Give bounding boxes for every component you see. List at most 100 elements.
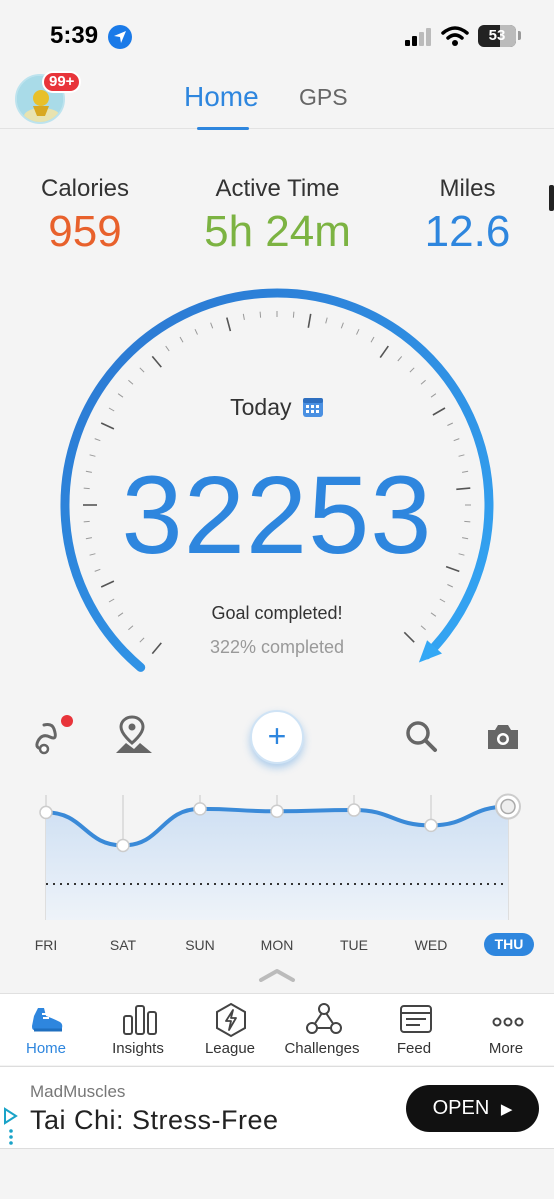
gauge-tick xyxy=(325,317,328,324)
gauge-tick xyxy=(356,328,360,335)
nav-label: Insights xyxy=(112,1040,164,1057)
gauge-tick xyxy=(210,322,214,329)
gauge-tick xyxy=(409,367,415,373)
bottom-nav: Home Insights League Challenges Feed Mor… xyxy=(0,993,554,1065)
gauge-tick xyxy=(420,625,426,631)
nav-home[interactable]: Home xyxy=(0,994,92,1066)
play-triangle-icon: ▶ xyxy=(500,1101,513,1118)
day-label[interactable]: MON xyxy=(247,937,307,953)
route-icon[interactable] xyxy=(30,713,78,755)
period-label: Today xyxy=(230,394,292,420)
day-point xyxy=(347,803,361,817)
stat-calories[interactable]: Calories 959 xyxy=(20,175,150,257)
map-pin-icon[interactable] xyxy=(112,713,156,755)
gauge-tick xyxy=(100,580,115,588)
location-arrow-icon xyxy=(108,25,132,49)
nav-label: Feed xyxy=(396,1040,432,1057)
nav-challenges[interactable]: Challenges xyxy=(276,994,368,1066)
ad-open-label: OPEN xyxy=(432,1097,490,1119)
add-activity-button[interactable]: + xyxy=(250,710,304,764)
gauge-tick xyxy=(194,328,198,335)
gauge-tick xyxy=(94,438,101,442)
goal-percent: 322% completed xyxy=(209,637,345,657)
top-nav: 99+ Home GPS xyxy=(0,65,554,130)
stat-value: 5h 24m xyxy=(204,207,351,256)
status-bar: 5:39 53 xyxy=(0,0,554,70)
camera-icon[interactable] xyxy=(485,722,521,752)
search-icon[interactable] xyxy=(403,718,439,754)
gauge-tick xyxy=(379,345,389,359)
day-label[interactable]: SAT xyxy=(93,937,153,953)
nav-label: League xyxy=(204,1040,256,1057)
cellular-signal-icon xyxy=(405,28,431,46)
weekly-steps-chart[interactable] xyxy=(0,780,554,930)
stat-label: Miles xyxy=(439,175,496,202)
day-point xyxy=(500,798,516,815)
gauge-tick xyxy=(165,345,170,352)
day-label[interactable]: TUE xyxy=(324,937,384,953)
nav-league[interactable]: League xyxy=(184,994,276,1066)
battery-icon: 53 xyxy=(478,25,516,47)
tab-home[interactable]: Home xyxy=(184,81,259,113)
step-count: 32253 xyxy=(121,454,433,577)
gauge-tick xyxy=(397,356,403,362)
tab-gps[interactable]: GPS xyxy=(299,84,348,111)
day-label[interactable]: SUN xyxy=(170,937,230,953)
gauge-tick xyxy=(370,336,375,343)
nav-feed[interactable]: Feed xyxy=(368,994,460,1066)
gauge-tick xyxy=(259,311,262,318)
gauge-tick xyxy=(420,379,426,385)
stat-label: Active Time xyxy=(215,175,340,202)
day-point xyxy=(193,802,207,816)
bar-chart-icon xyxy=(123,1005,157,1035)
nav-label: Challenges xyxy=(284,1040,360,1057)
day-point xyxy=(39,805,53,820)
add-icon: + xyxy=(267,718,287,754)
goal-status: Goal completed! xyxy=(211,603,343,623)
ad-brand: MadMuscles xyxy=(30,1082,126,1101)
lightning-hexagon-icon xyxy=(216,1002,246,1038)
gauge-tick xyxy=(447,584,454,588)
chevron-up-icon[interactable] xyxy=(258,968,296,982)
gauge-tick xyxy=(439,598,446,603)
day-point xyxy=(116,838,130,853)
gauge-tick xyxy=(128,625,134,631)
stat-value: 12.6 xyxy=(424,207,511,256)
nav-label: Home xyxy=(25,1040,66,1057)
stat-value: 959 xyxy=(48,207,122,256)
day-point xyxy=(424,818,438,833)
stat-label: Calories xyxy=(40,175,130,202)
gauge-tick xyxy=(292,311,295,318)
nav-more[interactable]: More xyxy=(460,994,552,1066)
more-dots-icon xyxy=(492,1017,524,1027)
stat-miles[interactable]: Miles 12.6 xyxy=(400,175,535,257)
gauge-tick xyxy=(151,355,162,368)
gauge-period[interactable]: Today xyxy=(0,394,554,421)
ad-open-button[interactable]: OPEN ▶ xyxy=(406,1085,539,1132)
scroll-indicator xyxy=(549,185,554,211)
gauge-tick xyxy=(108,598,115,603)
nav-label: More xyxy=(488,1040,524,1057)
active-tab-indicator xyxy=(197,127,249,130)
ad-choices-icon[interactable] xyxy=(2,1107,18,1147)
gauge-tick xyxy=(307,313,312,328)
wifi-icon xyxy=(441,26,469,46)
day-label-active[interactable]: THU xyxy=(484,933,534,956)
gauge-tick xyxy=(453,438,460,442)
stat-active-time[interactable]: Active Time 5h 24m xyxy=(195,175,360,257)
gauge-tick xyxy=(226,317,232,332)
day-label[interactable]: WED xyxy=(401,937,461,953)
shoe-icon xyxy=(32,1008,63,1032)
ad-banner[interactable]: MadMuscles Tai Chi: Stress-Free OPEN ▶ xyxy=(0,1066,554,1149)
status-time: 5:39 xyxy=(50,22,99,49)
calendar-icon[interactable] xyxy=(302,396,324,418)
day-label[interactable]: FRI xyxy=(16,937,76,953)
gauge-tick xyxy=(139,367,145,373)
gauge-tick xyxy=(179,336,184,343)
gauge-tick xyxy=(242,313,245,320)
gauge-tick xyxy=(128,379,134,385)
feed-icon xyxy=(400,1005,432,1033)
nav-insights[interactable]: Insights xyxy=(92,994,184,1066)
gauge-tick xyxy=(100,422,115,430)
battery-level: 53 xyxy=(488,27,506,44)
